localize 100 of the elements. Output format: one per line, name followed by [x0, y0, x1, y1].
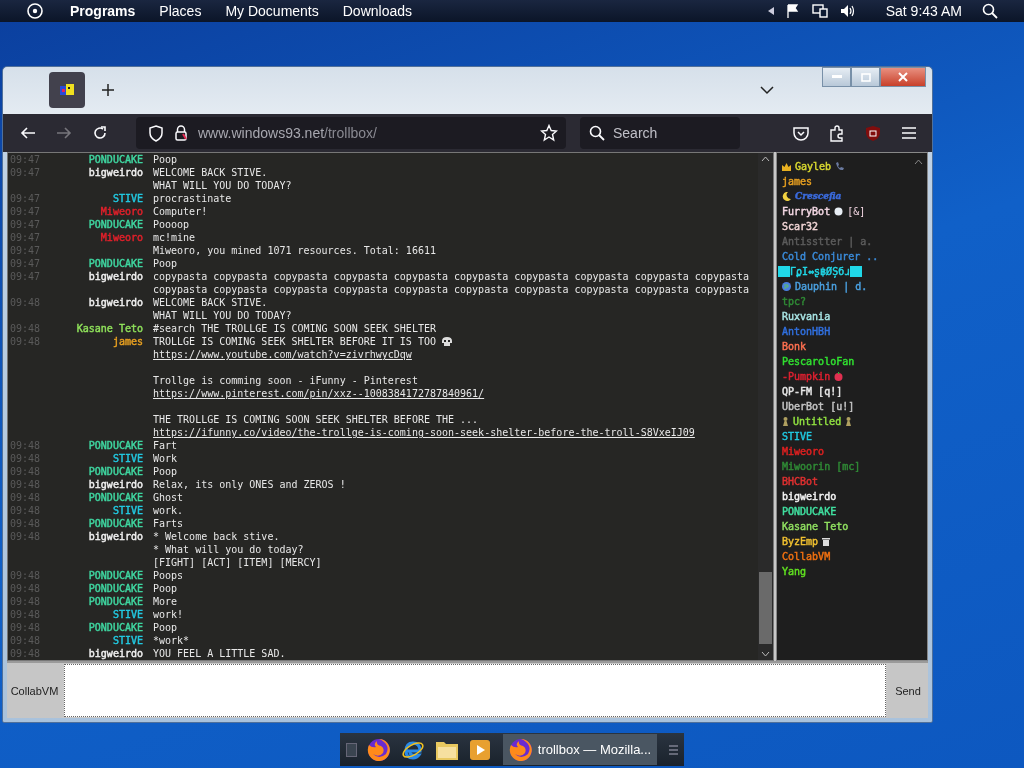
trash-icon [822, 537, 831, 547]
user-name[interactable]: BHCBot [782, 474, 819, 490]
panel-menu[interactable]: Programs [70, 3, 136, 19]
reload-icon[interactable] [92, 125, 108, 142]
user-name[interactable]: Miweoro [782, 444, 825, 460]
user-name[interactable]: Untitled [793, 414, 842, 430]
user-name[interactable]: FurryBot [782, 204, 831, 220]
search-icon [589, 125, 605, 142]
user-name[interactable]: Gayleb [795, 159, 832, 175]
flag-icon[interactable] [785, 4, 800, 18]
menu-icon[interactable] [901, 126, 917, 141]
user-name: bigweirdo [88, 167, 143, 179]
skull-icon [440, 337, 453, 347]
clock[interactable]: Sat 9:43 AM [885, 3, 962, 19]
message-text: THE TROLLGE IS COMING SOON SEEK SHELTER BEFORE THE ... [153, 413, 479, 427]
user-name[interactable]: bigweirdo [782, 489, 837, 505]
user-name[interactable]: -Pumpkin [782, 369, 831, 385]
shield-badge-icon[interactable] [865, 124, 881, 142]
user-name[interactable]: CollabVM [782, 549, 831, 565]
user-name[interactable]: Yang [782, 564, 807, 580]
user-name[interactable]: Kasane Teto [782, 519, 849, 535]
browser-tab[interactable] [49, 72, 85, 109]
block-icon [778, 266, 790, 278]
message-text: WHAT WILL YOU DO TODAY? [153, 309, 292, 323]
user-tag: [&] [847, 204, 866, 220]
user-name: PONDUCAKE [88, 583, 143, 595]
user-name[interactable]: Bonk [782, 339, 807, 355]
search-field[interactable]: Search [580, 117, 740, 150]
pawn-icon [845, 417, 853, 427]
triangle-icon[interactable] [767, 7, 774, 15]
user-name: Miweoro [100, 232, 143, 244]
user-name: PONDUCAKE [88, 219, 143, 231]
search-icon[interactable] [982, 3, 998, 19]
user-name[interactable]: STIVE [782, 429, 813, 445]
show-desktop-button[interactable] [346, 742, 357, 757]
panel-menu[interactable]: Downloads [342, 3, 412, 19]
message-text: Poop [153, 621, 178, 635]
user-name[interactable]: Cold Conjurer .. [782, 249, 879, 265]
user-name[interactable]: Scar32 [782, 219, 819, 235]
media-player-icon[interactable] [468, 738, 491, 761]
user-name[interactable]: ΓϼΙ⇔ʂ฿ØȘбɹ [790, 264, 851, 280]
user-name[interactable]: Miwoorin [mc] [782, 459, 861, 475]
message-text: Miweoro, you mined 1071 resources. Total: 16611 [153, 244, 436, 258]
puzzle-icon[interactable] [829, 124, 845, 142]
user-name: Kasane Teto [76, 323, 143, 335]
lock-icon [174, 125, 188, 142]
message-text: Fart [153, 439, 178, 453]
message-link[interactable]: https://www.pinterest.com/pin/xxz--1008384172787840961/ [153, 387, 485, 401]
minimize-button[interactable] [822, 67, 851, 87]
message-input[interactable] [64, 664, 886, 717]
user-name[interactable]: UberBot [u!] [782, 399, 855, 415]
new-tab-icon[interactable] [101, 83, 115, 98]
pocket-icon[interactable] [793, 125, 809, 141]
message-text: *work* [153, 634, 190, 648]
pawn-icon [782, 417, 789, 427]
network-icon[interactable] [811, 4, 828, 18]
star-icon[interactable] [540, 124, 558, 143]
message-text: Poooop [153, 218, 190, 232]
message-link[interactable]: https://www.youtube.com/watch?v=zivrhwycDqw [153, 348, 412, 362]
chevron-down-icon[interactable] [760, 85, 774, 96]
user-name: PONDUCAKE [88, 622, 143, 634]
user-name[interactable]: PONDUCAKE [782, 504, 837, 520]
menu-circle-icon[interactable] [26, 2, 44, 20]
address-bar[interactable]: www.windows93.net/trollbox/ [136, 117, 566, 150]
user-name: PONDUCAKE [88, 518, 143, 530]
user-name[interactable]: QP-FM [q!] [782, 384, 843, 400]
user-name: james [112, 336, 143, 348]
user-name: STIVE [112, 635, 143, 647]
fox-icon[interactable] [366, 737, 391, 762]
user-name[interactable]: ByzEmp [782, 534, 819, 550]
panel-menu[interactable]: Places [159, 3, 202, 19]
message-text: procrastinate [153, 192, 232, 206]
user-name[interactable]: tpc? [782, 294, 807, 310]
taskbar-task[interactable]: trollbox — Mozilla... [502, 734, 658, 765]
user-name[interactable]: james [782, 174, 813, 190]
message-text: Computer! [153, 205, 208, 219]
user-name: bigweirdo [88, 271, 143, 283]
maximize-icon [860, 72, 871, 82]
user-name[interactable]: Ruxvania [782, 309, 831, 325]
scrollbar-thumb[interactable] [759, 572, 772, 645]
close-button[interactable] [880, 67, 926, 87]
user-name: PONDUCAKE [88, 492, 143, 504]
user-name: Miweoro [100, 206, 143, 218]
scroll-up-icon[interactable] [761, 156, 770, 163]
message-text: Poop [153, 465, 178, 479]
message-text: copypasta copypasta copypasta copypasta copypasta copypasta copypasta copypasta copypasta copypasta [153, 283, 750, 297]
moon-icon [782, 192, 791, 202]
chat-scrollbar[interactable] [758, 153, 773, 661]
speaker-icon[interactable] [839, 4, 856, 18]
message-text: copypasta copypasta copypasta copypasta copypasta copypasta copypasta copypasta copypasta copypasta [153, 270, 750, 284]
message-text: More [153, 595, 178, 609]
user-name[interactable]: PescaroloFan [782, 354, 855, 370]
scroll-up-icon[interactable] [914, 159, 923, 166]
user-name[interactable]: Dauphin | d. [795, 279, 868, 295]
message-link[interactable]: https://ifunny.co/video/the-trollge-is-coming-soon-seek-shelter-before-the-troll-S8VxeIJ09 [153, 426, 695, 440]
user-name: bigweirdo [88, 297, 143, 309]
panel-menu[interactable]: My Documents [225, 3, 319, 19]
maximize-button[interactable] [851, 67, 880, 87]
user-name[interactable]: AntonHBH [782, 324, 831, 340]
scroll-down-icon[interactable] [761, 651, 770, 658]
